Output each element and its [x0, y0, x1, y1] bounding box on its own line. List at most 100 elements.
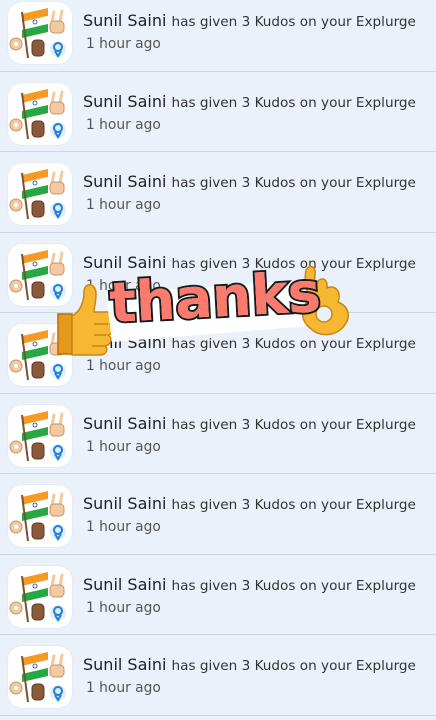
- timestamp: 1 hour ago: [86, 680, 161, 696]
- timestamp: 1 hour ago: [86, 197, 161, 213]
- blue-ok-hand-icon: [50, 685, 66, 702]
- raised-fist-icon: [31, 442, 45, 459]
- avatar-art: [9, 491, 66, 542]
- victory-hand-icon: [49, 653, 65, 678]
- avatar-art: [9, 8, 66, 59]
- avatar-art: [9, 652, 66, 703]
- avatar[interactable]: [8, 324, 72, 386]
- timestamp: 1 hour ago: [86, 358, 161, 374]
- notification-item[interactable]: Sunil Saini has given 3 Kudos on your Ex…: [0, 232, 436, 313]
- raised-fist-icon: [31, 39, 45, 57]
- avatar-art: [9, 410, 66, 461]
- avatar[interactable]: [8, 485, 72, 547]
- ok-hand-icon: [9, 118, 23, 131]
- notification-item[interactable]: Sunil Saini has given 3 Kudos on your Ex…: [0, 152, 436, 233]
- notification-item[interactable]: Sunil Saini has given 3 Kudos on your Ex…: [0, 71, 436, 152]
- avatar-art: [9, 88, 66, 139]
- victory-hand-icon: [49, 9, 65, 34]
- ok-hand-icon: [9, 198, 23, 212]
- notification-text: Sunil Saini has given 3 Kudos on your Ex…: [83, 493, 430, 537]
- notification-message: has given 3 Kudos on your Explurge: [171, 416, 416, 433]
- raised-fist-icon: [31, 120, 45, 137]
- raised-fist-icon: [31, 683, 45, 701]
- notification-message: has given 3 Kudos on your Explurge: [171, 94, 416, 111]
- blue-ok-hand-icon: [50, 41, 66, 58]
- blue-ok-hand-icon: [50, 202, 66, 219]
- avatar[interactable]: [8, 243, 72, 306]
- notification-text: Sunil Saini has given 3 Kudos on your Ex…: [83, 574, 430, 618]
- timestamp: 1 hour ago: [86, 599, 161, 616]
- victory-hand-icon: [49, 251, 65, 275]
- blue-ok-hand-icon: [50, 604, 66, 622]
- user-name[interactable]: Sunil Saini: [83, 414, 166, 433]
- notification-message: has given 3 Kudos on your Explurge: [171, 14, 416, 30]
- victory-hand-icon: [49, 170, 65, 195]
- avatar-art: [9, 330, 66, 381]
- notification-message: has given 3 Kudos on your Explurge: [171, 175, 416, 191]
- notification-message: has given 3 Kudos on your Explurge: [171, 255, 416, 272]
- raised-fist-icon: [31, 281, 45, 298]
- notification-item[interactable]: Sunil Saini has given 3 Kudos on your Ex…: [0, 554, 436, 635]
- avatar-art: [9, 571, 66, 622]
- avatar[interactable]: [8, 646, 72, 708]
- raised-fist-icon: [31, 361, 45, 379]
- user-name[interactable]: Sunil Saini: [83, 172, 166, 191]
- notification-list: Sunil Saini has given 3 Kudos on your Ex…: [0, 0, 436, 716]
- notification-text: Sunil Saini has given 3 Kudos on your Ex…: [83, 10, 430, 54]
- avatar[interactable]: [8, 82, 72, 145]
- notification-text: Sunil Saini has given 3 Kudos on your Ex…: [83, 332, 430, 376]
- raised-fist-icon: [31, 603, 45, 620]
- victory-hand-icon: [49, 573, 65, 597]
- timestamp: 1 hour ago: [86, 519, 161, 535]
- blue-ok-hand-icon: [50, 282, 66, 300]
- user-name[interactable]: Sunil Saini: [83, 253, 166, 272]
- blue-ok-hand-icon: [50, 524, 66, 541]
- notification-text: Sunil Saini has given 3 Kudos on your Ex…: [83, 654, 430, 698]
- victory-hand-icon: [49, 90, 65, 114]
- ok-hand-icon: [9, 279, 23, 292]
- ok-hand-icon: [9, 440, 23, 453]
- ok-hand-icon: [9, 37, 23, 51]
- notification-item[interactable]: Sunil Saini has given 3 Kudos on your Ex…: [0, 313, 436, 394]
- timestamp: 1 hour ago: [86, 277, 161, 294]
- user-name[interactable]: Sunil Saini: [83, 655, 166, 674]
- notification-message: has given 3 Kudos on your Explurge: [171, 658, 416, 674]
- notification-text: Sunil Saini has given 3 Kudos on your Ex…: [83, 413, 430, 457]
- avatar-art: [9, 249, 66, 300]
- victory-hand-icon: [49, 331, 65, 356]
- notification-message: has given 3 Kudos on your Explurge: [171, 577, 416, 594]
- notification-message: has given 3 Kudos on your Explurge: [171, 336, 416, 352]
- notification-item[interactable]: Sunil Saini has given 3 Kudos on your Ex…: [0, 393, 436, 474]
- notification-item[interactable]: Sunil Saini has given 3 Kudos on your Ex…: [0, 0, 436, 72]
- avatar-art: [9, 169, 66, 220]
- timestamp: 1 hour ago: [86, 36, 161, 52]
- user-name[interactable]: Sunil Saini: [83, 92, 166, 111]
- avatar[interactable]: [8, 565, 72, 628]
- user-name[interactable]: Sunil Saini: [83, 333, 166, 352]
- notification-text: Sunil Saini has given 3 Kudos on your Ex…: [83, 252, 430, 296]
- blue-ok-hand-icon: [50, 363, 66, 380]
- user-name[interactable]: Sunil Saini: [83, 494, 166, 513]
- notification-text: Sunil Saini has given 3 Kudos on your Ex…: [83, 91, 430, 135]
- raised-fist-icon: [31, 200, 45, 218]
- raised-fist-icon: [31, 522, 45, 540]
- avatar[interactable]: [8, 163, 72, 225]
- user-name[interactable]: Sunil Saini: [83, 575, 166, 594]
- avatar[interactable]: [8, 2, 72, 64]
- blue-ok-hand-icon: [50, 121, 66, 139]
- blue-ok-hand-icon: [50, 443, 66, 461]
- ok-hand-icon: [9, 520, 23, 534]
- notification-text: Sunil Saini has given 3 Kudos on your Ex…: [83, 171, 430, 215]
- timestamp: 1 hour ago: [86, 438, 161, 455]
- victory-hand-icon: [49, 492, 65, 517]
- ok-hand-icon: [9, 601, 23, 614]
- timestamp: 1 hour ago: [86, 116, 161, 133]
- ok-hand-icon: [9, 359, 23, 373]
- notification-item[interactable]: Sunil Saini has given 3 Kudos on your Ex…: [0, 474, 436, 555]
- avatar[interactable]: [8, 404, 72, 467]
- notification-message: has given 3 Kudos on your Explurge: [171, 497, 416, 513]
- ok-hand-icon: [9, 681, 23, 695]
- victory-hand-icon: [49, 412, 65, 436]
- notification-item[interactable]: Sunil Saini has given 3 Kudos on your Ex…: [0, 635, 436, 716]
- user-name[interactable]: Sunil Saini: [83, 11, 166, 30]
